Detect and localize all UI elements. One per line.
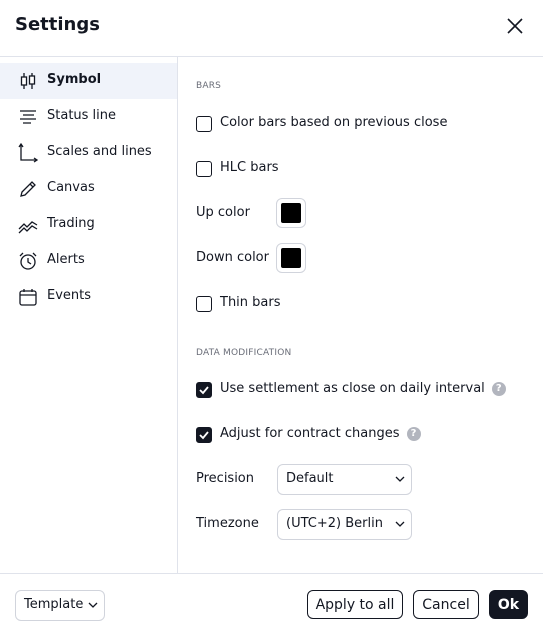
- precision-label: Precision: [196, 471, 255, 486]
- contract-label-text: Adjust for contract changes: [220, 426, 400, 441]
- checkbox-label: Adjust for contract changes?: [220, 426, 421, 441]
- chevron-down-icon: [395, 476, 405, 482]
- timezone-label: Timezone: [196, 516, 259, 531]
- dialog-header: Settings: [0, 0, 543, 57]
- swatch-fill: [281, 203, 301, 223]
- settings-content: BARS Color bars based on previous close …: [178, 57, 543, 573]
- sidebar-item-label: Events: [47, 288, 92, 303]
- checkbox-box[interactable]: [196, 116, 212, 132]
- sidebar-item-label: Symbol: [47, 72, 102, 87]
- settings-dialog: Settings Symbol Status line Scales and l…: [0, 0, 543, 625]
- down-color-swatch[interactable]: [276, 243, 306, 273]
- down-color-label: Down color: [196, 250, 269, 265]
- template-label: Template: [24, 597, 84, 612]
- checkbox-box[interactable]: [196, 427, 212, 443]
- sidebar-item-canvas[interactable]: Canvas: [0, 171, 177, 207]
- chevron-down-icon: [88, 602, 98, 608]
- checkbox-box[interactable]: [196, 161, 212, 177]
- check-icon: [199, 386, 209, 395]
- section-header-bars: BARS: [196, 81, 222, 91]
- pencil-icon: [17, 178, 39, 200]
- chevron-down-icon: [395, 521, 405, 527]
- close-icon[interactable]: [503, 14, 527, 38]
- ok-button[interactable]: Ok: [489, 590, 528, 619]
- sidebar-item-status-line[interactable]: Status line: [0, 99, 177, 135]
- apply-to-all-button[interactable]: Apply to all: [307, 590, 403, 619]
- up-color-label: Up color: [196, 205, 250, 220]
- settings-sidebar: Symbol Status line Scales and lines Canv…: [0, 57, 178, 573]
- sidebar-item-label: Status line: [47, 108, 117, 123]
- help-icon[interactable]: ?: [491, 382, 506, 396]
- checkbox-box[interactable]: [196, 296, 212, 312]
- candles-icon: [17, 70, 39, 92]
- sidebar-item-label: Trading: [47, 216, 95, 231]
- section-header-data-modification: DATA MODIFICATION: [196, 348, 292, 358]
- cancel-button[interactable]: Cancel: [413, 590, 479, 619]
- settlement-label-text: Use settlement as close on daily interva…: [220, 381, 485, 396]
- template-dropdown[interactable]: Template: [15, 590, 105, 621]
- check-icon: [199, 431, 209, 440]
- scales-icon: [17, 142, 39, 164]
- alarm-clock-icon: [17, 250, 39, 272]
- sidebar-item-label: Scales and lines: [47, 144, 152, 159]
- timezone-value: (UTC+2) Berlin: [286, 516, 383, 531]
- sidebar-item-scales[interactable]: Scales and lines: [0, 135, 177, 171]
- checkbox-label: Use settlement as close on daily interva…: [220, 381, 506, 396]
- sidebar-item-trading[interactable]: Trading: [0, 207, 177, 243]
- checkbox-label: HLC bars: [220, 160, 279, 175]
- sidebar-item-symbol[interactable]: Symbol: [0, 63, 177, 99]
- up-color-swatch[interactable]: [276, 198, 306, 228]
- precision-select[interactable]: Default: [277, 464, 412, 495]
- dialog-footer: Template Apply to all Cancel Ok: [0, 573, 543, 626]
- precision-value: Default: [286, 471, 334, 486]
- calendar-icon: [17, 286, 39, 308]
- dialog-title: Settings: [15, 14, 100, 35]
- sidebar-item-label: Canvas: [47, 180, 95, 195]
- sidebar-item-label: Alerts: [47, 252, 85, 267]
- help-icon[interactable]: ?: [406, 427, 421, 441]
- checkbox-label: Thin bars: [220, 295, 281, 310]
- trading-icon: [17, 214, 39, 236]
- checkbox-label: Color bars based on previous close: [220, 115, 448, 130]
- status-line-icon: [17, 106, 39, 128]
- sidebar-item-alerts[interactable]: Alerts: [0, 243, 177, 279]
- sidebar-item-events[interactable]: Events: [0, 279, 177, 315]
- checkbox-box[interactable]: [196, 382, 212, 398]
- timezone-select[interactable]: (UTC+2) Berlin: [277, 509, 412, 540]
- swatch-fill: [281, 248, 301, 268]
